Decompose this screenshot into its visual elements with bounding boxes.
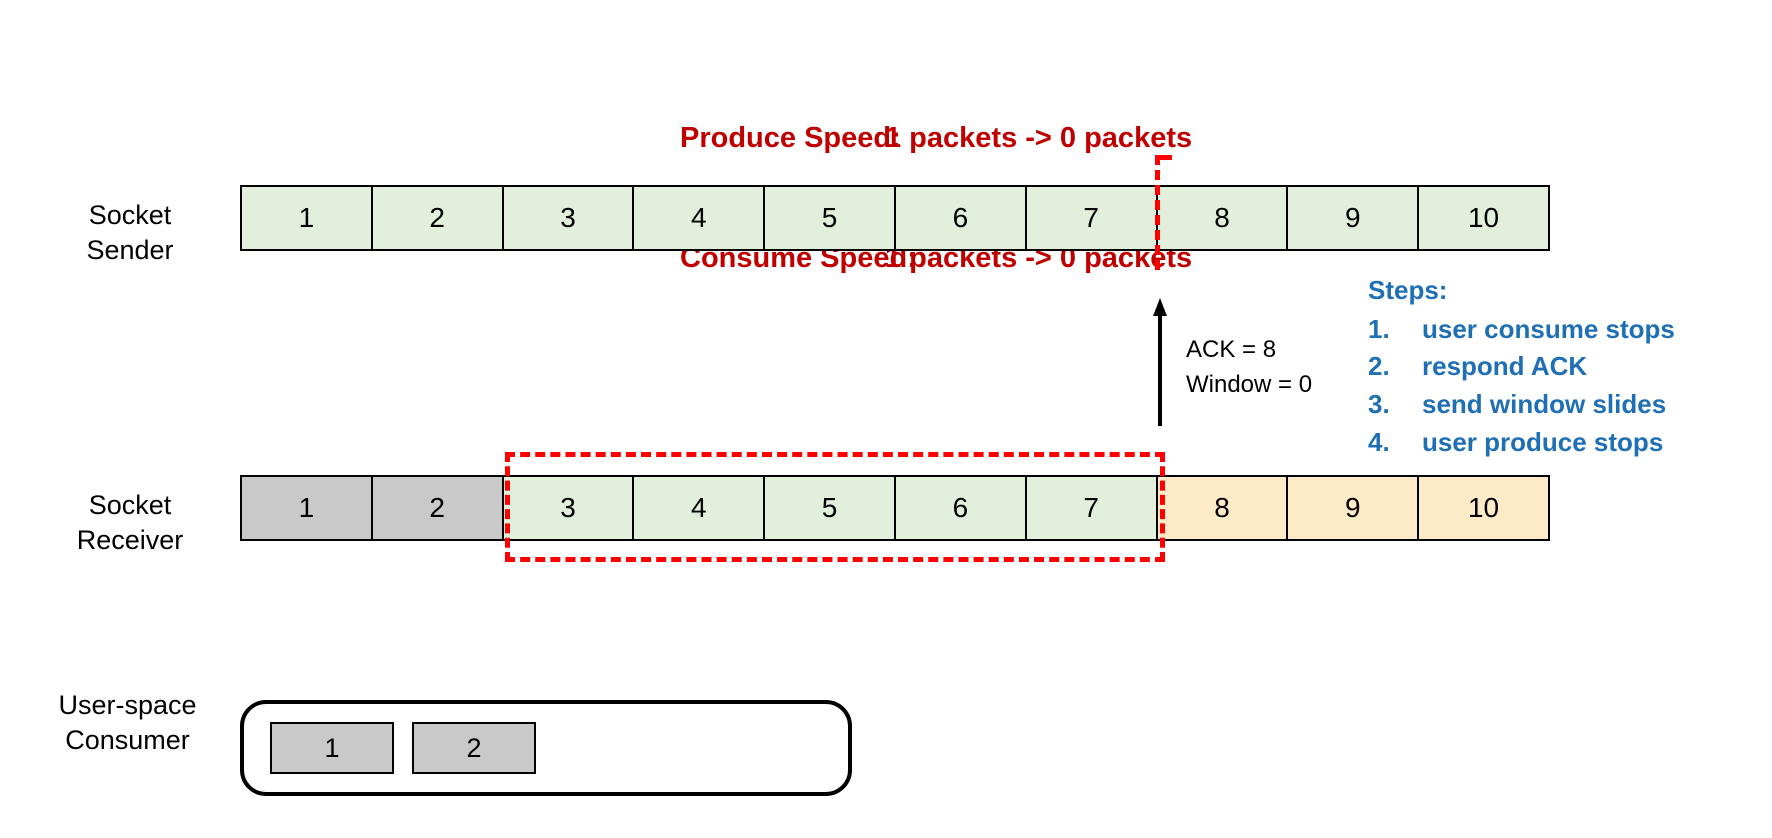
socket-sender-label: Socket Sender bbox=[40, 198, 220, 267]
consumed-packet-item: 2 bbox=[412, 722, 536, 774]
socket-sender-label-line1: Socket bbox=[88, 200, 172, 230]
sender-packet-cell: 1 bbox=[242, 187, 373, 249]
produce-speed-label: Produce Speed: bbox=[680, 122, 901, 155]
steps-list: Steps: 1. user consume stops 2. respond ACK… bbox=[1368, 272, 1675, 461]
step-number: 3. bbox=[1368, 389, 1390, 420]
steps-items: 1. user consume stops 2. respond ACK 3. send … bbox=[1368, 311, 1675, 462]
step-item: 1. user consume stops bbox=[1368, 311, 1675, 349]
receiver-packet-cell: 1 bbox=[242, 477, 373, 539]
speed-summary: Produce Speed: 1 packets -> 0 packets Co… bbox=[680, 38, 1192, 318]
sender-packet-cell: 4 bbox=[634, 187, 766, 249]
sender-packet-cell: 2 bbox=[372, 187, 504, 249]
step-number: 4. bbox=[1368, 426, 1390, 457]
user-space-consumer-label-line2: Consumer bbox=[65, 724, 190, 755]
step-item: 4. user produce stops bbox=[1368, 424, 1675, 462]
user-space-consumer-box: 12 bbox=[240, 700, 852, 796]
receiver-packet-cell: 10 bbox=[1419, 477, 1548, 539]
sender-packet-cell: 8 bbox=[1157, 187, 1289, 249]
step-item: 3. send window slides bbox=[1368, 386, 1675, 424]
socket-receiver-label: Socket Receiver bbox=[40, 488, 220, 557]
sender-packet-cell: 9 bbox=[1288, 187, 1420, 249]
send-window-edge-marker bbox=[1155, 155, 1165, 270]
produce-speed-value: 1 packets -> 0 packets bbox=[885, 122, 1193, 155]
step-number: 1. bbox=[1368, 313, 1390, 344]
socket-receiver-label-line2: Receiver bbox=[76, 524, 184, 555]
ack-value-text: ACK = 8 bbox=[1186, 336, 1277, 363]
user-space-consumer-label-line1: User-space bbox=[58, 690, 197, 720]
steps-title: Steps: bbox=[1368, 275, 1448, 305]
ack-annotation: ACK = 8 Window = 0 bbox=[1186, 333, 1312, 403]
receive-window-highlight-box bbox=[505, 452, 1165, 562]
step-text: user consume stops bbox=[1422, 313, 1675, 344]
step-text: send window slides bbox=[1422, 389, 1667, 420]
consumed-packet-item: 1 bbox=[270, 722, 394, 774]
step-number: 2. bbox=[1368, 351, 1390, 382]
step-item: 2. respond ACK bbox=[1368, 348, 1675, 386]
socket-receiver-label-line1: Socket bbox=[88, 490, 172, 520]
step-text: respond ACK bbox=[1422, 351, 1588, 382]
ack-arrow-icon bbox=[1153, 298, 1167, 426]
user-space-consumer-label: User-space Consumer bbox=[30, 688, 225, 757]
sender-packet-cell: 10 bbox=[1419, 187, 1548, 249]
receiver-packet-cell: 8 bbox=[1157, 477, 1289, 539]
step-text: user produce stops bbox=[1422, 426, 1664, 457]
window-value-text: Window = 0 bbox=[1186, 370, 1313, 398]
sender-packet-cell: 6 bbox=[895, 187, 1027, 249]
socket-sender-label-line2: Sender bbox=[86, 234, 174, 265]
receiver-packet-cell: 9 bbox=[1288, 477, 1420, 539]
receiver-packet-cell: 2 bbox=[372, 477, 504, 539]
socket-sender-buffer: 1 2 3 4 5 6 7 8 9 10 bbox=[240, 185, 1550, 251]
sender-packet-cell: 3 bbox=[503, 187, 635, 249]
sender-packet-cell: 5 bbox=[765, 187, 896, 249]
produce-speed-line: Produce Speed: 1 packets -> 0 packets bbox=[680, 118, 1192, 158]
send-window-edge-marker-cap bbox=[1155, 155, 1172, 160]
sender-packet-cell: 7 bbox=[1026, 187, 1158, 249]
